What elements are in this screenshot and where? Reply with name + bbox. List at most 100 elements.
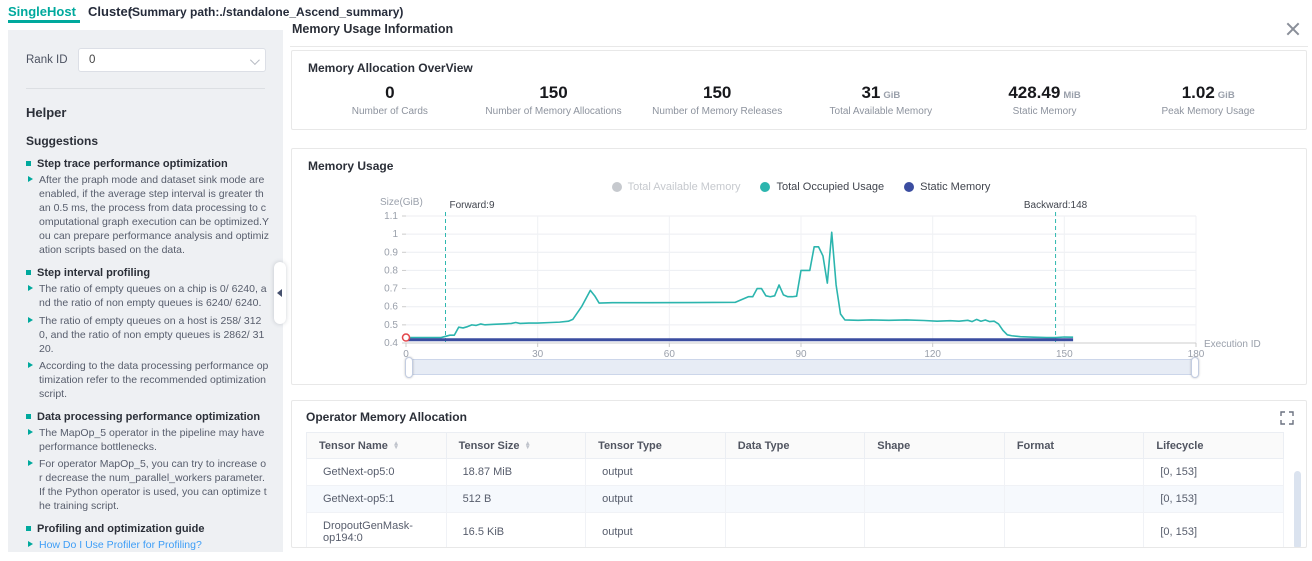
cell-lifecycle: [0, 153] — [1144, 513, 1284, 549]
cell-type: output — [586, 513, 726, 549]
bullet-icon — [26, 414, 31, 419]
operator-memory-table: Tensor Name▲▼Tensor Size▲▼Tensor TypeDat… — [306, 432, 1284, 548]
table-row[interactable]: GetNext-op5:018.87 MiBoutput [0, 153] — [307, 459, 1284, 486]
stat-number-of-memory-releases: 150 Number of Memory Releases — [635, 83, 799, 117]
helper-title: Helper — [26, 105, 269, 120]
bullet-icon — [26, 161, 31, 166]
suggestion-item: For operator MapOp_5, you can try to inc… — [26, 457, 269, 513]
svg-text:Size(GiB): Size(GiB) — [380, 197, 423, 208]
cell-type: output — [586, 459, 726, 486]
zoom-handle-right[interactable] — [1191, 357, 1199, 378]
cell-name: GetNext-op5:0 — [307, 459, 447, 486]
overview-title: Memory Allocation OverView — [308, 61, 1290, 75]
stat-label: Peak Memory Usage — [1126, 106, 1290, 117]
legend-dot-icon — [904, 182, 914, 192]
svg-text:Forward:9: Forward:9 — [450, 200, 495, 211]
collapse-arrow-icon — [277, 289, 282, 297]
column-header-size[interactable]: Tensor Size▲▼ — [446, 433, 586, 459]
legend-item[interactable]: Total Available Memory — [612, 181, 741, 193]
stat-label: Static Memory — [963, 106, 1127, 117]
cell-shape — [865, 486, 1005, 513]
stat-total-available-memory: 31GiBTotal Available Memory — [799, 83, 963, 117]
helper-sidebar: Rank ID 0 Helper Suggestions Step trace … — [8, 30, 283, 552]
arrow-right-icon — [28, 541, 33, 547]
stat-label: Number of Memory Allocations — [472, 106, 636, 117]
sort-icon[interactable]: ▲▼ — [393, 442, 399, 449]
suggestion-section-title: Step trace performance optimization — [26, 158, 269, 170]
cell-size: 18.87 MiB — [446, 459, 586, 486]
suggestion-text: The MapOp_5 operator in the pipeline may… — [39, 426, 269, 454]
arrow-right-icon — [28, 460, 33, 466]
suggestion-item: The MapOp_5 operator in the pipeline may… — [26, 426, 269, 454]
stat-unit: GiB — [1218, 90, 1235, 101]
suggestions-title: Suggestions — [26, 134, 269, 148]
memory-usage-chart: Total Available Memory Total Occupied Usa… — [292, 175, 1276, 380]
memory-allocation-overview-panel: Memory Allocation OverView 0Number of Ca… — [291, 50, 1307, 130]
svg-text:0.4: 0.4 — [384, 338, 398, 349]
active-tab-underline — [8, 20, 80, 23]
stat-label: Number of Memory Releases — [635, 106, 799, 117]
legend-dot-icon — [760, 182, 770, 192]
table-scrollbar[interactable] — [1294, 471, 1301, 548]
legend-item[interactable]: Total Occupied Usage — [760, 181, 884, 193]
close-icon[interactable] — [1284, 20, 1302, 38]
stat-value: 31 — [861, 83, 880, 102]
suggestion-item: The ratio of empty queues on a host is 2… — [26, 314, 269, 356]
table-row[interactable]: GetNext-op5:1512 Boutput [0, 153] — [307, 486, 1284, 513]
suggestion-item: After the praph mode and dataset sink mo… — [26, 173, 269, 257]
memory-usage-title: Memory Usage — [308, 159, 1290, 173]
rank-id-select[interactable]: 0 — [78, 48, 266, 72]
svg-text:0.5: 0.5 — [384, 320, 398, 331]
column-header-shape: Shape — [865, 433, 1005, 459]
suggestion-text: According to the data processing perform… — [39, 359, 269, 401]
suggestion-section-title: Profiling and optimization guide — [26, 523, 269, 535]
suggestion-section-title: Data processing performance optimization — [26, 411, 269, 423]
table-row[interactable]: DropoutGenMask-op194:016.5 KiBoutput [0,… — [307, 513, 1284, 549]
suggestion-item: According to the data processing perform… — [26, 359, 269, 401]
stat-peak-memory-usage: 1.02GiB Peak Memory Usage — [1126, 83, 1290, 117]
column-header-format: Format — [1004, 433, 1144, 459]
profiler-guide-link[interactable]: How Do I Use Profiler for Profiling? — [39, 538, 269, 552]
cell-format — [1004, 513, 1144, 549]
cell-data_type — [725, 513, 865, 549]
svg-text:Execution ID: Execution ID — [1204, 339, 1261, 350]
arrow-right-icon — [28, 176, 33, 182]
stat-value: 428.49 — [1008, 83, 1060, 102]
arrow-right-icon — [28, 362, 33, 368]
cell-size: 16.5 KiB — [446, 513, 586, 549]
operator-memory-allocation-panel: Operator Memory Allocation Tensor Name▲▼… — [291, 400, 1307, 548]
column-header-name[interactable]: Tensor Name▲▼ — [307, 433, 447, 459]
chart-zoom-slider[interactable] — [408, 359, 1196, 375]
cell-name: GetNext-op5:1 — [307, 486, 447, 513]
expand-table-icon[interactable] — [1280, 411, 1294, 425]
stat-unit: MiB — [1063, 90, 1080, 101]
stat-value: 1.02 — [1182, 83, 1215, 102]
cell-type: output — [586, 486, 726, 513]
cell-lifecycle: [0, 153] — [1144, 486, 1284, 513]
cell-shape — [865, 459, 1005, 486]
profiler-page: SingleHost Cluster (Summary path:./stand… — [0, 0, 1312, 561]
cell-name: DropoutGenMask-op194:0 — [307, 513, 447, 549]
svg-text:1.1: 1.1 — [384, 211, 398, 222]
operator-table-title: Operator Memory Allocation — [306, 410, 1292, 424]
arrow-right-icon — [28, 285, 33, 291]
svg-text:0.9: 0.9 — [384, 247, 398, 258]
tab-cluster[interactable]: Cluster — [88, 4, 133, 19]
zoom-handle-left[interactable] — [405, 357, 413, 378]
summary-path-label: (Summary path:./standalone_Ascend_summar… — [128, 5, 403, 19]
stat-value: 150 — [703, 83, 731, 102]
chevron-down-icon — [250, 55, 260, 65]
memory-usage-chart-panel: Memory Usage Total Available MemoryTotal… — [291, 148, 1307, 385]
suggestion-text: The ratio of empty queues on a host is 2… — [39, 314, 269, 356]
stat-static-memory: 428.49MiB Static Memory — [963, 83, 1127, 117]
svg-text:1: 1 — [392, 229, 398, 240]
sidebar-collapse-handle[interactable] — [274, 262, 286, 324]
svg-text:Backward:148: Backward:148 — [1024, 200, 1088, 211]
svg-text:0.6: 0.6 — [384, 302, 398, 313]
rank-id-label: Rank ID — [26, 54, 78, 66]
suggestion-item[interactable]: How Do I Use Profiler for Profiling? — [26, 538, 269, 552]
tab-singlehost[interactable]: SingleHost — [8, 4, 76, 19]
stat-number-of-cards: 0Number of Cards — [308, 83, 472, 117]
sort-icon[interactable]: ▲▼ — [525, 442, 531, 449]
legend-item[interactable]: Static Memory — [904, 181, 990, 193]
